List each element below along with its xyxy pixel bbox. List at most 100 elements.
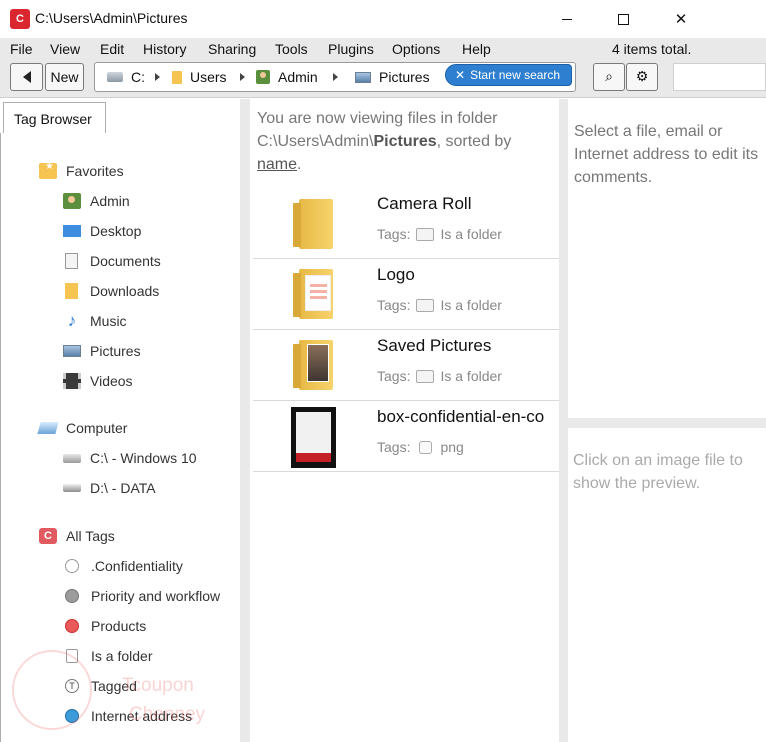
menu-view[interactable]: View	[50, 41, 80, 57]
breadcrumb-users[interactable]: Users	[172, 69, 227, 85]
tree-label: Videos	[90, 373, 133, 389]
product-box-image	[291, 407, 336, 468]
tree-label: All Tags	[66, 528, 115, 544]
tree-item-documents[interactable]: Documents	[63, 253, 161, 269]
tree-label: Priority and workflow	[91, 588, 221, 604]
right-splitter[interactable]	[559, 99, 568, 742]
tree-label: C:\ - Windows 10	[90, 450, 197, 466]
tree-label: Internet address	[91, 708, 193, 724]
breadcrumb-drive[interactable]: C:	[107, 69, 145, 85]
folder-icon	[293, 269, 333, 319]
folder-info-suffix: .	[297, 156, 302, 173]
file-tags: Tags: Is a folder	[377, 226, 502, 242]
tree-label: Computer	[66, 420, 128, 436]
start-new-search-button[interactable]: ✕ Start new search	[445, 64, 572, 86]
tag-label[interactable]: Is a folder	[440, 368, 501, 384]
settings-button[interactable]: ⚙	[626, 63, 658, 91]
menu-history[interactable]: History	[143, 41, 187, 57]
videos-icon	[63, 373, 81, 389]
new-button[interactable]: New	[45, 63, 84, 91]
folder-thumbnail	[293, 340, 333, 390]
tree-tag-priority[interactable]: Priority and workflow	[63, 588, 220, 604]
comments-pane[interactable]: Select a file, email or Internet address…	[568, 99, 766, 418]
sort-by-link[interactable]: name	[257, 156, 297, 173]
left-splitter[interactable]	[240, 99, 250, 742]
breadcrumb-label: C:	[131, 69, 145, 85]
horizontal-splitter[interactable]	[568, 418, 766, 428]
breadcrumb-pictures[interactable]: Pictures	[355, 69, 430, 85]
folder-thumbnail	[293, 269, 333, 319]
menu-sharing[interactable]: Sharing	[208, 41, 256, 57]
tree-label: Tagged	[91, 678, 137, 694]
menu-edit[interactable]: Edit	[100, 41, 124, 57]
preview-pane: Click on an image file to show the previ…	[568, 428, 766, 742]
tag-circle-icon	[65, 559, 79, 573]
menu-plugins[interactable]: Plugins	[328, 41, 374, 57]
tag-label[interactable]: png	[440, 439, 463, 455]
folder-icon	[293, 199, 333, 249]
file-name: Saved Pictures	[377, 336, 492, 355]
tree-favorites[interactable]: Favorites	[39, 161, 124, 179]
find-button[interactable]: ⌕	[593, 63, 625, 91]
tree-tag-confidentiality[interactable]: .Confidentiality	[63, 558, 183, 574]
downloads-icon	[65, 283, 78, 299]
minimize-icon	[562, 18, 572, 20]
tree-item-downloads[interactable]: Downloads	[63, 283, 159, 299]
folder-tag-icon	[416, 227, 435, 241]
tree-tag-products[interactable]: Products	[63, 618, 146, 634]
file-row-saved-pictures[interactable]: Saved Pictures Tags: Is a folder	[253, 330, 559, 401]
breadcrumb-separator-icon[interactable]	[333, 73, 338, 81]
maximize-button[interactable]	[600, 0, 646, 38]
tree-tag-is-a-folder[interactable]: Is a folder	[63, 648, 152, 664]
breadcrumb-separator-icon[interactable]	[155, 73, 160, 81]
quick-search-input[interactable]	[673, 63, 766, 91]
internet-icon	[65, 709, 79, 723]
tree-item-admin[interactable]: Admin	[63, 193, 130, 209]
folder-tag-icon	[416, 298, 435, 312]
tag-label[interactable]: Is a folder	[440, 226, 501, 242]
tree-all-tags[interactable]: C All Tags	[39, 528, 115, 544]
tree-label: Pictures	[90, 343, 141, 359]
tag-label[interactable]: Is a folder	[440, 297, 501, 313]
desktop-icon	[63, 225, 81, 237]
file-row-logo[interactable]: Logo Tags: Is a folder	[253, 259, 559, 330]
tree-label: Music	[90, 313, 127, 329]
folder-icon	[172, 70, 182, 84]
menu-options[interactable]: Options	[392, 41, 440, 57]
tree-tag-tagged[interactable]: T Tagged	[63, 678, 137, 694]
tree-item-d-drive[interactable]: D:\ - DATA	[63, 480, 156, 496]
tree-item-desktop[interactable]: Desktop	[63, 223, 141, 239]
tree-tag-internet-address[interactable]: Internet address	[63, 708, 192, 724]
tree-computer[interactable]: Computer	[37, 420, 128, 436]
tree-label: Products	[91, 618, 147, 634]
breadcrumb-admin[interactable]: Admin	[256, 69, 318, 85]
minimize-button[interactable]	[544, 0, 590, 38]
untagged-checkbox-icon[interactable]	[419, 440, 433, 454]
tree-item-music[interactable]: ♪ Music	[63, 312, 127, 329]
close-button[interactable]: ✕	[658, 0, 704, 38]
items-total-count: 4 items total.	[612, 41, 692, 57]
computer-icon	[37, 422, 59, 434]
file-row-box-confidential[interactable]: box-confidential-en-co Tags: png	[253, 401, 559, 472]
tab-tag-browser[interactable]: Tag Browser	[3, 102, 106, 134]
folder-thumbnail	[293, 199, 333, 249]
menu-bar: File View Edit History Sharing Tools Plu…	[0, 38, 766, 61]
menu-file[interactable]: File	[10, 41, 33, 57]
maximize-icon	[617, 13, 629, 25]
user-icon	[256, 70, 270, 84]
menu-tools[interactable]: Tools	[275, 41, 308, 57]
back-button[interactable]	[10, 63, 43, 91]
tree-label: D:\ - DATA	[90, 480, 156, 496]
file-row-camera-roll[interactable]: Camera Roll Tags: Is a folder	[253, 188, 559, 259]
file-name: Camera Roll	[377, 194, 472, 213]
pictures-icon	[355, 71, 371, 83]
tree-item-c-drive[interactable]: C:\ - Windows 10	[63, 450, 197, 466]
folder-info-middle: , sorted by	[436, 133, 512, 150]
tree-item-pictures[interactable]: Pictures	[63, 343, 141, 359]
window-title: C:\Users\Admin\Pictures	[35, 10, 188, 26]
tags-label: Tags:	[377, 226, 411, 242]
photo-preview	[307, 344, 329, 382]
tree-item-videos[interactable]: Videos	[63, 373, 133, 389]
menu-help[interactable]: Help	[462, 41, 491, 57]
breadcrumb-separator-icon[interactable]	[240, 73, 245, 81]
